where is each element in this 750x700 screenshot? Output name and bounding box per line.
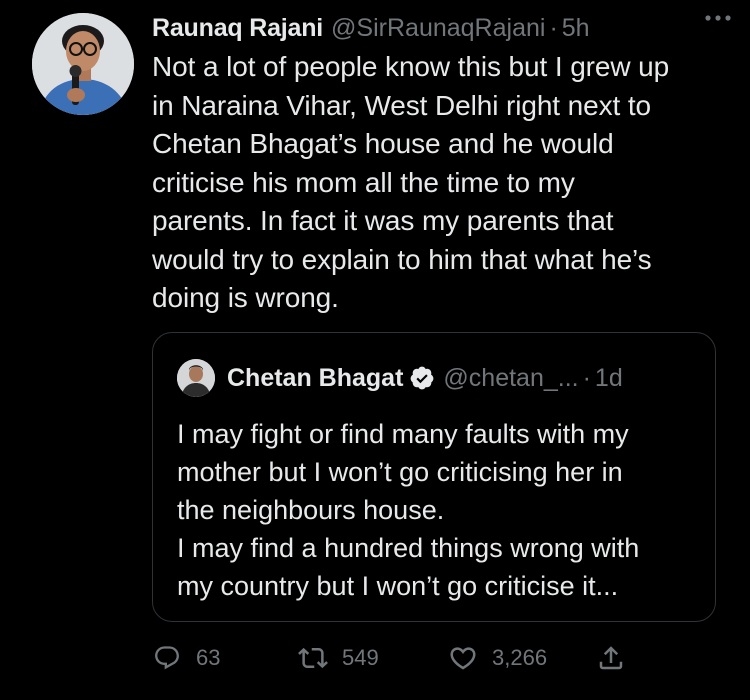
verified-badge-icon [409, 365, 435, 391]
author-avatar-image [32, 13, 134, 115]
reply-button[interactable]: 63 [152, 640, 220, 676]
quoted-author-name[interactable]: Chetan Bhagat [227, 364, 403, 393]
share-button[interactable] [596, 640, 626, 676]
tweet-header: Raunaq Rajani @SirRaunaqRajani · 5h [152, 10, 742, 46]
quoted-tweet[interactable]: Chetan Bhagat @chetan_... · 1d I may fig… [152, 332, 716, 622]
quoted-author-handle[interactable]: @chetan_... [443, 364, 578, 393]
quoted-tweet-text: I may fight or find many faults with my … [177, 419, 640, 601]
tweet-time[interactable]: 5h [562, 14, 590, 43]
retweet-icon [298, 643, 328, 673]
like-icon [448, 643, 478, 673]
author-handle[interactable]: @SirRaunaqRajani [331, 14, 545, 43]
retweet-button[interactable]: 549 [298, 640, 379, 676]
more-options-button[interactable] [698, 2, 738, 34]
tweet-text: Not a lot of people know this but I grew… [152, 51, 670, 313]
quoted-tweet-header: Chetan Bhagat @chetan_... · 1d [227, 359, 623, 397]
author-name[interactable]: Raunaq Rajani [152, 14, 323, 43]
tweet[interactable]: Raunaq Rajani @SirRaunaqRajani · 5h Not … [0, 0, 750, 700]
like-count: 3,266 [492, 645, 548, 670]
share-icon [596, 643, 626, 673]
quoted-separator-dot: · [582, 363, 591, 392]
separator-dot: · [549, 13, 558, 42]
reply-count: 63 [196, 645, 221, 670]
quoted-tweet-time[interactable]: 1d [595, 364, 623, 393]
tweet-actions: 63 549 3,266 [152, 640, 712, 676]
like-button[interactable]: 3,266 [448, 640, 547, 676]
quoted-author-avatar-image [177, 359, 215, 397]
reply-icon [152, 643, 182, 673]
author-avatar[interactable] [32, 13, 134, 115]
more-horizontal-icon [705, 15, 731, 21]
quoted-author-avatar[interactable] [177, 359, 215, 397]
retweet-count: 549 [342, 645, 379, 670]
